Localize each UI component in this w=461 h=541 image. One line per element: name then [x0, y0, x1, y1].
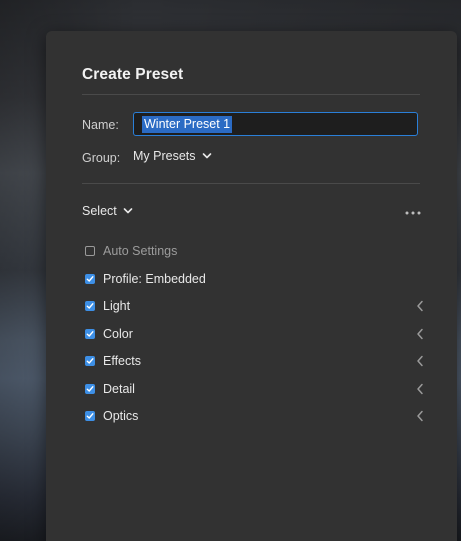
setting-auto-settings[interactable]: Auto Settings — [85, 242, 425, 260]
divider — [82, 94, 420, 95]
chevron-left-icon[interactable] — [415, 410, 425, 422]
select-dropdown[interactable]: Select — [82, 204, 133, 218]
dialog-title: Create Preset — [82, 66, 184, 83]
more-dots-icon[interactable] — [404, 209, 422, 217]
checkbox-unchecked[interactable] — [85, 246, 95, 256]
checkbox-checked[interactable] — [85, 384, 95, 394]
setting-label: Auto Settings — [103, 244, 178, 258]
checkmark-icon — [86, 413, 94, 419]
checkmark-icon — [86, 303, 94, 309]
checkbox-checked[interactable] — [85, 274, 95, 284]
checkbox-checked[interactable] — [85, 329, 95, 339]
setting-label: Effects — [103, 354, 141, 368]
name-label: Name: — [82, 118, 119, 132]
setting-label: Profile: Embedded — [103, 272, 206, 286]
setting-effects[interactable]: Effects — [85, 352, 425, 370]
checkbox-checked[interactable] — [85, 356, 95, 366]
setting-color[interactable]: Color — [85, 325, 425, 343]
create-preset-dialog: Create Preset Name: Winter Preset 1 Grou… — [46, 31, 457, 541]
setting-label: Optics — [103, 409, 139, 423]
setting-label: Light — [103, 299, 131, 313]
chevron-left-icon[interactable] — [415, 328, 425, 340]
checkmark-icon — [86, 386, 94, 392]
select-label: Select — [82, 204, 117, 218]
chevron-down-icon — [123, 208, 133, 214]
group-value: My Presets — [133, 149, 196, 163]
setting-label: Detail — [103, 382, 135, 396]
checkmark-icon — [86, 358, 94, 364]
setting-profile[interactable]: Profile: Embedded — [85, 270, 425, 288]
chevron-down-icon — [202, 153, 211, 159]
checkmark-icon — [86, 331, 94, 337]
group-label: Group: — [82, 151, 121, 165]
preset-name-input[interactable]: Winter Preset 1 — [133, 112, 418, 136]
divider — [82, 183, 420, 184]
setting-light[interactable]: Light — [85, 297, 425, 315]
setting-label: Color — [103, 327, 133, 341]
checkbox-checked[interactable] — [85, 301, 95, 311]
setting-detail[interactable]: Detail — [85, 380, 425, 398]
setting-optics[interactable]: Optics — [85, 407, 425, 425]
checkbox-checked[interactable] — [85, 411, 95, 421]
preset-name-value[interactable]: Winter Preset 1 — [142, 115, 233, 133]
chevron-left-icon[interactable] — [415, 355, 425, 367]
chevron-left-icon[interactable] — [415, 300, 425, 312]
checkmark-icon — [86, 276, 94, 282]
chevron-left-icon[interactable] — [415, 383, 425, 395]
group-dropdown[interactable]: My Presets — [133, 149, 212, 163]
